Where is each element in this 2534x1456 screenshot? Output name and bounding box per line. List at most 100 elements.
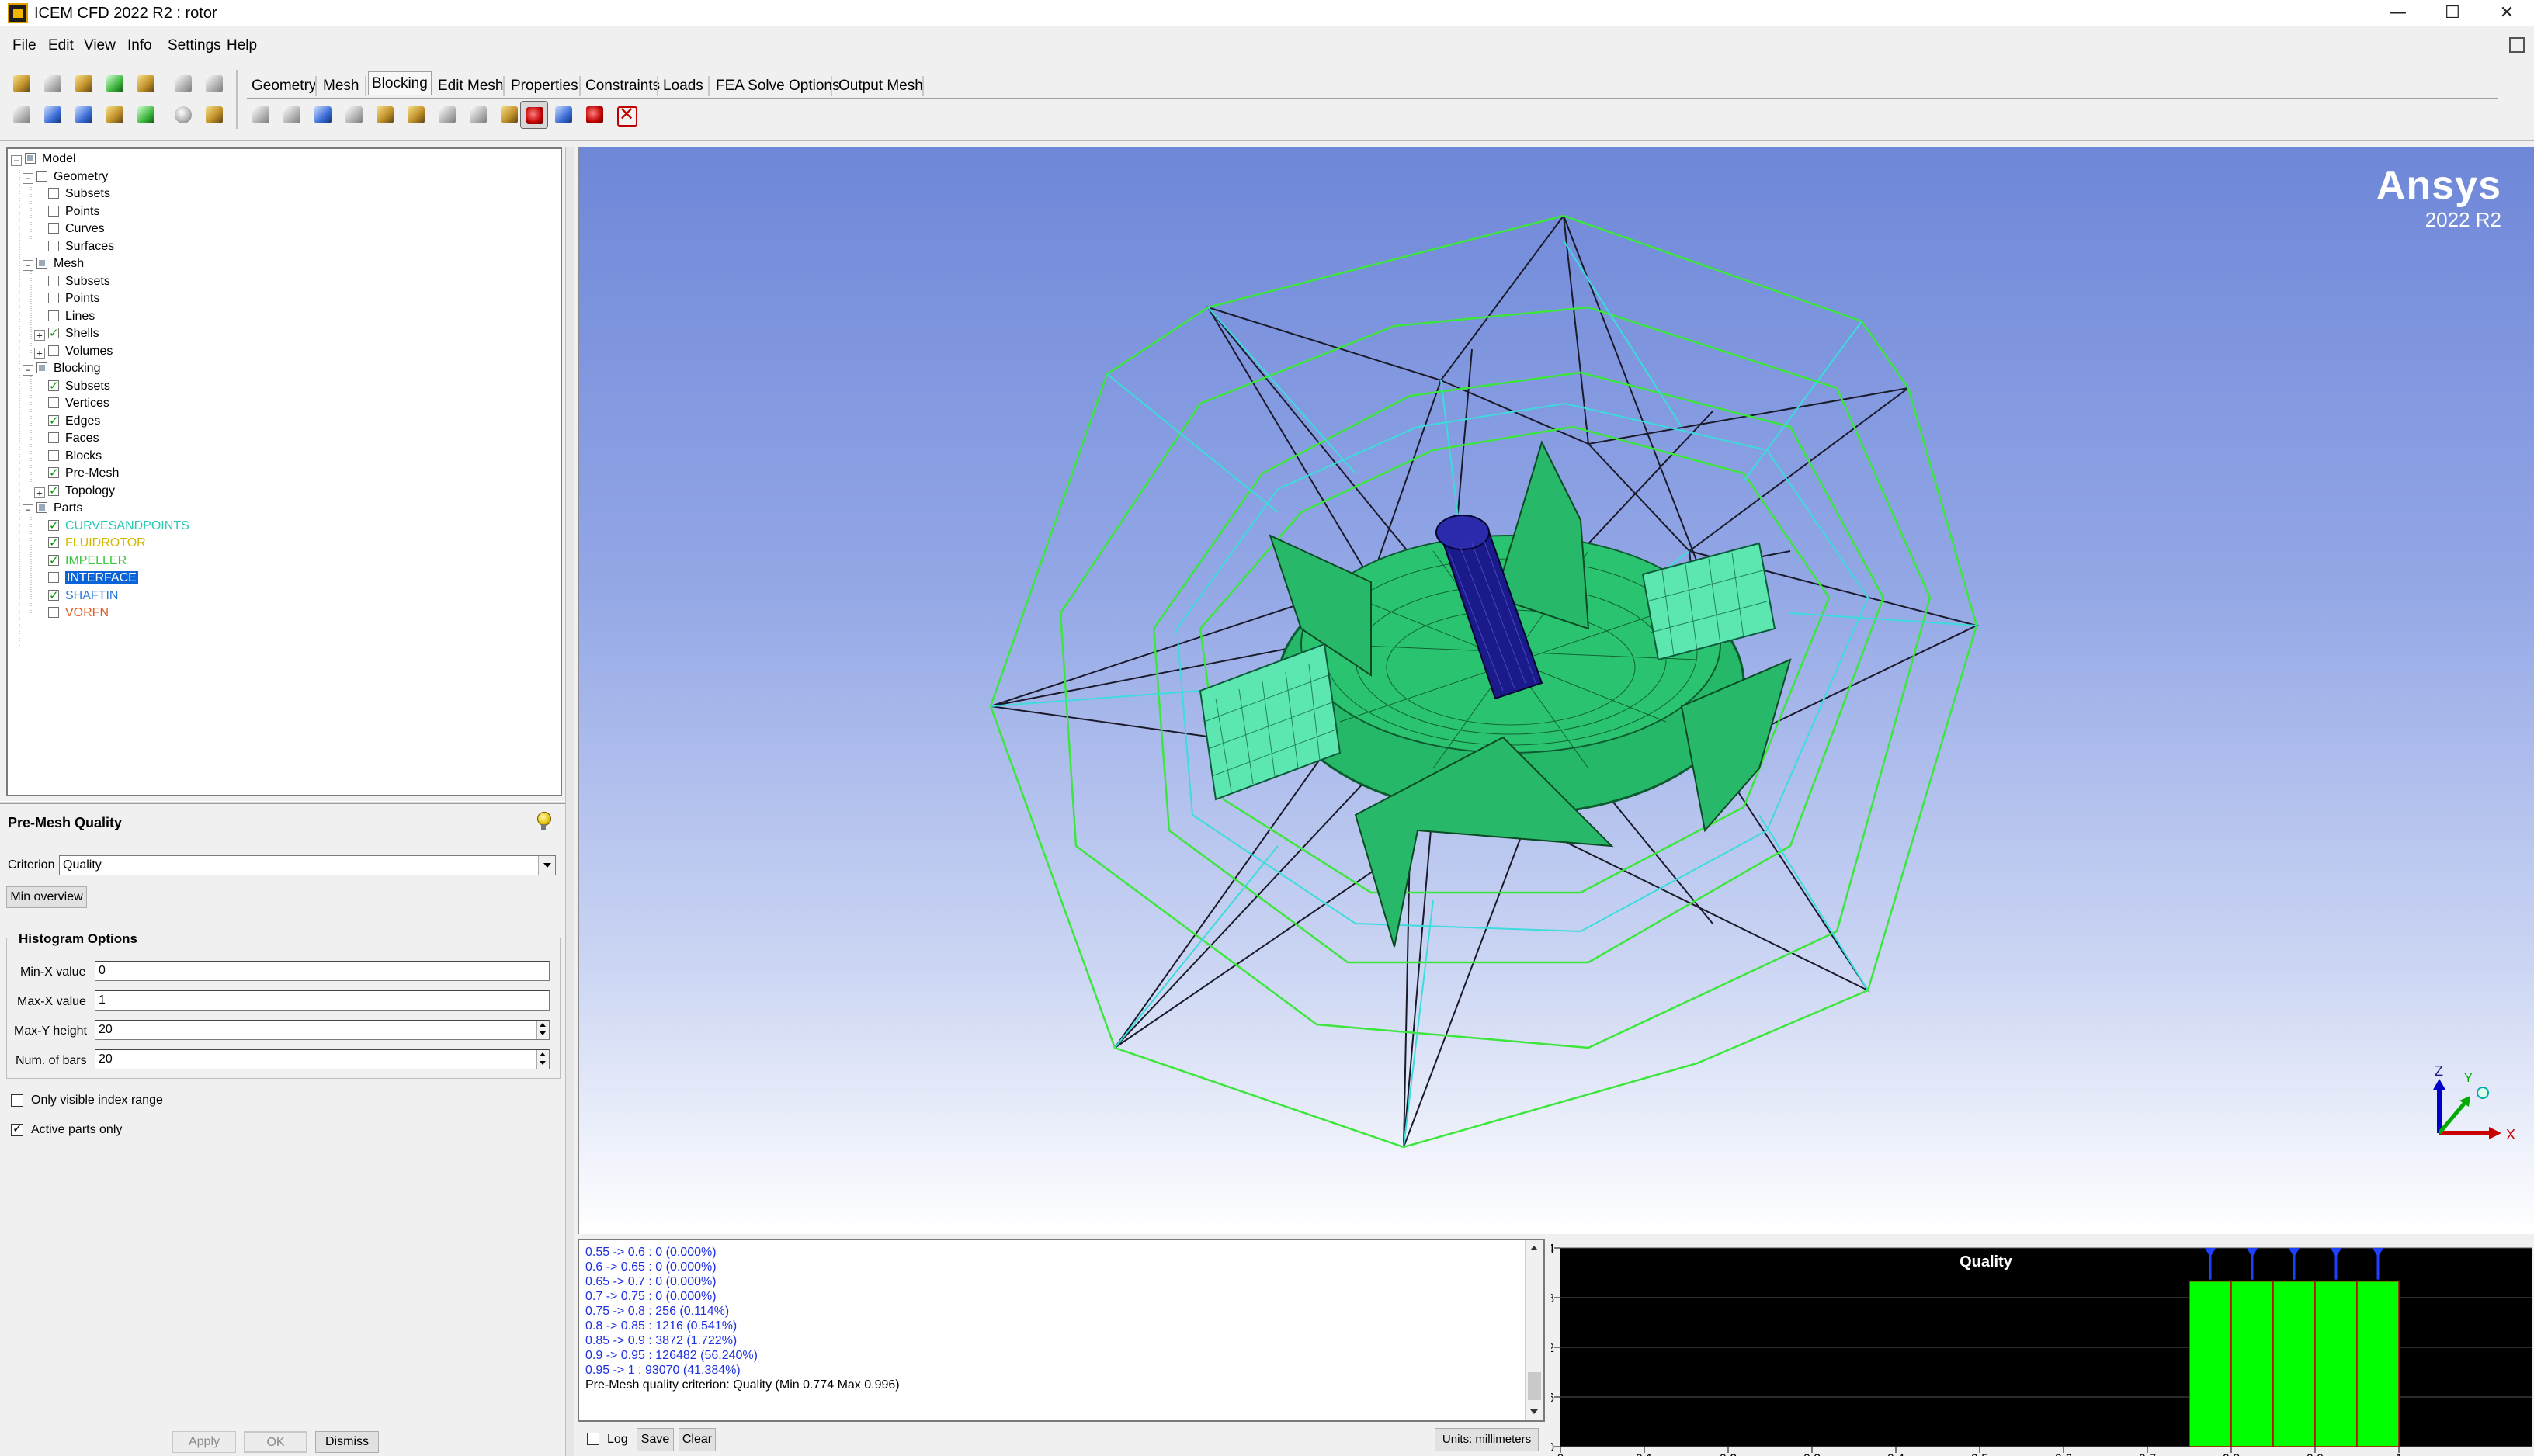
tab-constraints[interactable]: Constraints <box>582 75 663 98</box>
tab-output-mesh[interactable]: Output Mesh <box>835 75 926 98</box>
histogram-bar[interactable] <box>2272 1280 2316 1447</box>
tree-item[interactable]: VORFN <box>34 605 109 622</box>
collapse-icon[interactable]: − <box>23 365 33 376</box>
visibility-checkbox[interactable] <box>48 205 59 217</box>
visibility-checkbox[interactable] <box>48 345 59 356</box>
tree-item[interactable]: Faces <box>34 430 99 447</box>
tree-item[interactable]: − Mesh <box>23 255 84 272</box>
tree-item[interactable]: Lines <box>34 308 95 325</box>
clear-button[interactable]: Clear <box>679 1428 716 1451</box>
visibility-checkbox[interactable] <box>48 397 59 408</box>
tree-item[interactable]: + Shells <box>34 324 99 342</box>
tree-item[interactable]: + Volumes <box>34 343 113 360</box>
expand-icon[interactable]: + <box>34 347 45 359</box>
vertical-splitter[interactable] <box>565 147 574 1456</box>
min-overview-button[interactable]: Min overview <box>6 886 87 908</box>
scroll-up-icon[interactable] <box>1526 1240 1543 1257</box>
tree-item[interactable]: Curves <box>34 220 105 237</box>
visibility-checkbox[interactable] <box>48 240 59 251</box>
vertex-associate-icon[interactable] <box>309 101 337 129</box>
tree-item[interactable]: Points <box>34 290 99 307</box>
tree-item[interactable]: FLUIDROTOR <box>34 534 146 552</box>
log-checkbox[interactable] <box>587 1433 599 1445</box>
visibility-checkbox[interactable] <box>48 572 59 583</box>
visibility-checkbox[interactable] <box>48 377 59 394</box>
visibility-checkbox[interactable] <box>36 362 47 373</box>
tree-item[interactable]: Points <box>34 203 99 220</box>
minimize-button[interactable]: — <box>2376 0 2421 26</box>
open-blocking-icon[interactable] <box>132 70 160 98</box>
visibility-checkbox[interactable] <box>48 293 59 303</box>
visibility-checkbox[interactable] <box>48 587 59 604</box>
dismiss-button[interactable]: Dismiss <box>315 1431 379 1453</box>
pre-mesh-params-icon[interactable] <box>371 101 399 129</box>
fit-window-icon[interactable] <box>8 101 36 129</box>
only-visible-checkbox[interactable] <box>11 1094 23 1107</box>
visibility-checkbox[interactable] <box>36 502 47 513</box>
tab-edit-mesh[interactable]: Edit Mesh <box>435 75 506 98</box>
tree-item[interactable]: − Parts <box>23 500 82 517</box>
menu-settings[interactable]: Settings <box>168 36 221 56</box>
tree-item[interactable]: Subsets <box>34 185 110 203</box>
save-button[interactable]: Save <box>637 1428 674 1451</box>
open-mesh-icon[interactable] <box>101 70 129 98</box>
active-parts-checkbox[interactable] <box>11 1121 23 1136</box>
quality-histogram[interactable]: 0 6 12 18 24 0 0.1 0.2 0.3 0.4 0.5 0.6 0.7 0.8 0.9 1 Qua… <box>1540 1239 2534 1456</box>
zoom-box-icon[interactable] <box>39 101 67 129</box>
restore-window-icon[interactable] <box>2509 37 2525 53</box>
tree-item[interactable]: Edges <box>34 412 100 430</box>
expand-icon[interactable]: + <box>34 330 45 341</box>
message-scrollbar[interactable] <box>1525 1240 1543 1420</box>
redo-icon[interactable] <box>200 70 228 98</box>
tab-properties[interactable]: Properties <box>508 75 581 98</box>
ok-button[interactable]: OK <box>244 1431 307 1453</box>
delete-block-icon[interactable] <box>495 101 523 129</box>
tree-item[interactable]: Pre-Mesh <box>34 464 119 482</box>
edit-block-icon[interactable] <box>340 101 368 129</box>
open-project-icon[interactable] <box>8 70 36 98</box>
scroll-thumb[interactable] <box>1528 1372 1541 1400</box>
visibility-checkbox[interactable] <box>48 464 59 481</box>
split-block-icon[interactable] <box>278 101 306 129</box>
tree-item[interactable]: − Model <box>11 151 76 168</box>
visibility-checkbox[interactable] <box>25 153 36 164</box>
block-checks-icon[interactable] <box>464 101 492 129</box>
visibility-checkbox[interactable] <box>48 552 59 569</box>
tree-item[interactable]: Vertices <box>34 395 109 412</box>
help-bulb-icon[interactable] <box>534 810 553 832</box>
menu-info[interactable]: Info <box>127 36 152 56</box>
tree-item[interactable]: Blocks <box>34 448 102 465</box>
histogram-bar[interactable] <box>2230 1280 2274 1447</box>
open-geometry-icon[interactable] <box>70 70 98 98</box>
visibility-checkbox[interactable] <box>36 170 47 182</box>
tree-item[interactable]: SHAFTIN <box>34 587 118 605</box>
convert-block-icon[interactable] <box>550 101 578 129</box>
maximize-button[interactable]: ☐ <box>2430 0 2475 26</box>
tree-item[interactable]: + Topology <box>34 482 115 500</box>
maxx-input[interactable]: 1 <box>95 990 550 1011</box>
pre-mesh-quality-icon[interactable] <box>402 101 430 129</box>
tree-item[interactable]: Surfaces <box>34 238 114 255</box>
tree-item[interactable]: Subsets <box>34 273 110 290</box>
menu-file[interactable]: File <box>12 36 36 56</box>
visibility-checkbox[interactable] <box>48 324 59 341</box>
blocking-model[interactable] <box>579 147 2534 1234</box>
histogram-bar[interactable] <box>2314 1280 2358 1447</box>
visibility-checkbox[interactable] <box>48 432 59 443</box>
visibility-checkbox[interactable] <box>48 275 59 286</box>
criterion-select[interactable]: Quality <box>59 855 556 875</box>
collapse-icon[interactable]: − <box>23 260 33 271</box>
save-project-icon[interactable] <box>39 70 67 98</box>
tab-loads[interactable]: Loads <box>660 75 706 98</box>
undo-icon[interactable] <box>169 70 197 98</box>
visibility-checkbox[interactable] <box>48 188 59 199</box>
pre-mesh-smooth-icon[interactable] <box>433 101 461 129</box>
visibility-checkbox[interactable] <box>48 517 59 534</box>
zoom-measure-icon[interactable] <box>70 101 98 129</box>
tree-item[interactable]: IMPELLER <box>34 552 127 570</box>
collapse-icon[interactable]: − <box>23 172 33 184</box>
visibility-checkbox[interactable] <box>48 449 59 461</box>
menu-help[interactable]: Help <box>227 36 257 56</box>
delete-icon[interactable] <box>612 101 640 129</box>
tab-fea-solve-options[interactable]: FEA Solve Options <box>713 75 842 98</box>
